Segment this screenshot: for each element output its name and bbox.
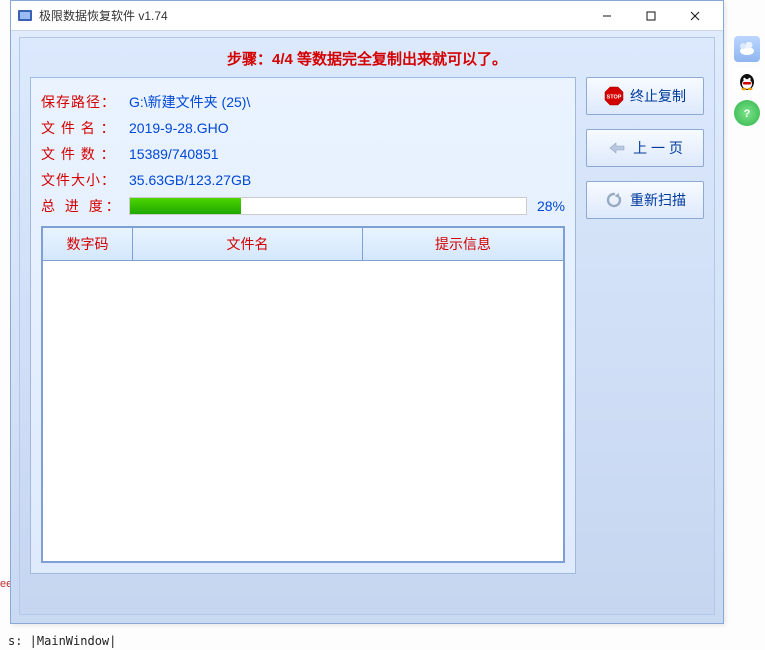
arrow-left-icon: [607, 138, 627, 158]
step-text: 步骤：4/4 等数据完全复制出来就可以了。: [20, 48, 714, 69]
app-icon: [17, 8, 33, 24]
app-window: 极限数据恢复软件 v1.74 步骤：4/4 等数据完全复制出来就可以了。 保存路…: [10, 0, 724, 624]
info-panel: 保存路径： G:\新建文件夹 (25)\ 文 件 名 ： 2019-9-28.G…: [30, 77, 576, 574]
window-title: 极限数据恢复软件 v1.74: [39, 7, 168, 24]
result-table: 数字码 文件名 提示信息: [41, 226, 565, 563]
svg-text:?: ?: [744, 108, 751, 120]
refresh-icon: [604, 190, 624, 210]
help-icon[interactable]: ?: [734, 100, 760, 126]
progress-percent: 28%: [537, 198, 565, 214]
file-name-label: 文 件 名 ：: [41, 118, 129, 138]
minimize-button[interactable]: [585, 2, 629, 30]
maximize-button[interactable]: [629, 2, 673, 30]
table-header-info[interactable]: 提示信息: [363, 228, 563, 260]
rescan-label: 重新扫描: [630, 190, 686, 210]
progress-label: 总 进 度：: [41, 196, 129, 216]
prev-page-button[interactable]: 上 一 页: [586, 129, 704, 167]
file-size-label: 文件大小：: [41, 170, 129, 190]
stop-copy-label: 终止复制: [630, 86, 686, 106]
prev-page-label: 上 一 页: [633, 138, 683, 158]
file-size-value: 35.63GB/123.27GB: [129, 172, 251, 188]
svg-text:STOP: STOP: [607, 95, 622, 101]
tray-icon-1[interactable]: [734, 36, 760, 62]
file-name-value: 2019-9-28.GHO: [129, 120, 229, 136]
file-count-value: 15389/740851: [129, 146, 219, 162]
table-body: [43, 261, 563, 561]
stop-icon: STOP: [604, 86, 624, 106]
save-path-label: 保存路径：: [41, 92, 129, 112]
file-count-label: 文 件 数 ：: [41, 144, 129, 164]
table-header-filename[interactable]: 文件名: [133, 228, 363, 260]
save-path-value: G:\新建文件夹 (25)\: [129, 92, 250, 112]
progress-bar: [129, 197, 527, 215]
titlebar[interactable]: 极限数据恢复软件 v1.74: [11, 1, 723, 31]
qq-icon[interactable]: [734, 68, 760, 94]
stop-copy-button[interactable]: STOP 终止复制: [586, 77, 704, 115]
close-button[interactable]: [673, 2, 717, 30]
rescan-button[interactable]: 重新扫描: [586, 181, 704, 219]
bg-text: s: |MainWindow|: [8, 634, 116, 648]
table-header-code[interactable]: 数字码: [43, 228, 133, 260]
progress-fill: [130, 198, 241, 214]
